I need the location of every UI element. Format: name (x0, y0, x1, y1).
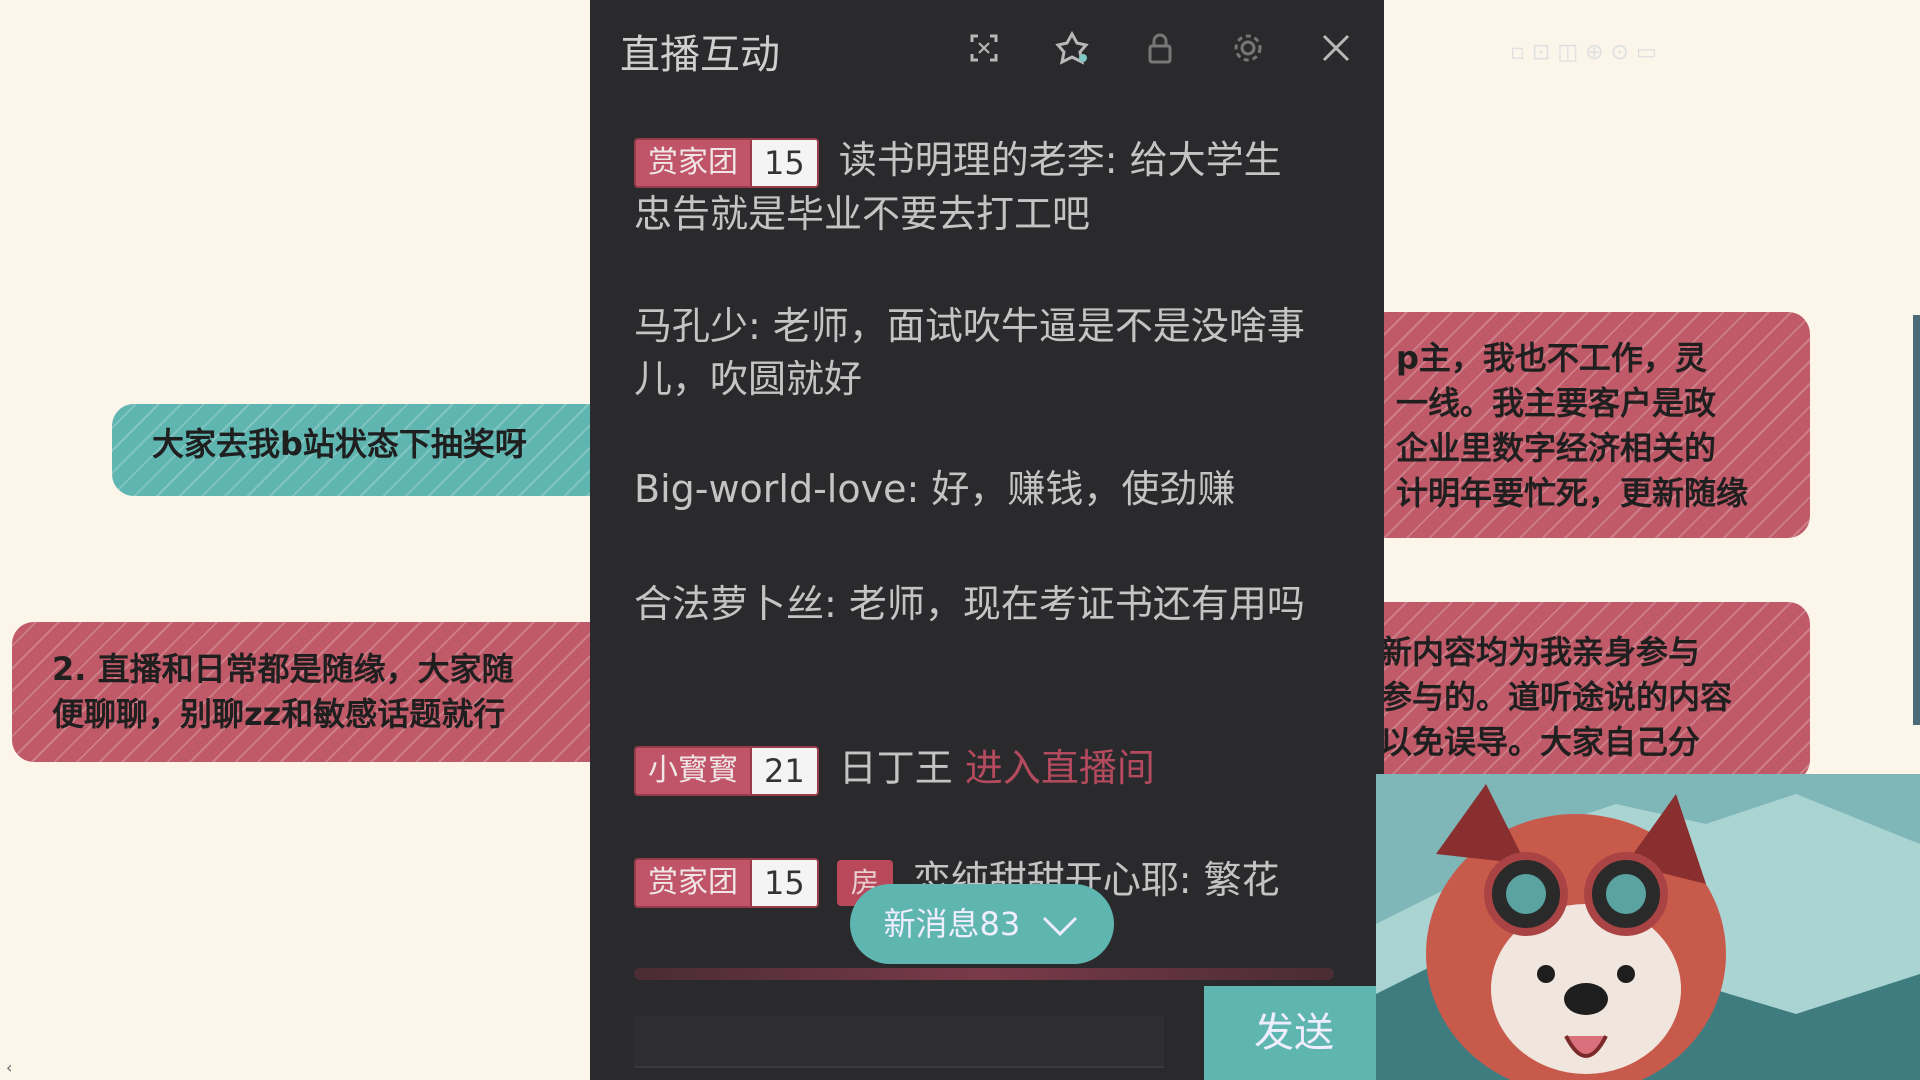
lottery-note-text: 大家去我b站状态下抽奖呀 (152, 425, 527, 463)
fan-medal[interactable]: 赏家团 15 房 (634, 857, 893, 908)
disclaimer-line-2: 参与的。道听途说的内容 (1380, 678, 1733, 716)
disclaimer-line-3: 以免误导。大家自己分 (1380, 723, 1701, 761)
lottery-note: 大家去我b站状态下抽奖呀 (112, 404, 652, 496)
new-messages-label: 新消息83 (883, 905, 1021, 943)
settings-icon[interactable] (1228, 28, 1268, 68)
badge-icon[interactable] (1052, 28, 1092, 68)
collapse-arrow-icon[interactable]: ‹ (6, 1058, 12, 1077)
chat-message: Big-world-love: 好，赚钱，使劲赚 (634, 467, 1236, 511)
lock-icon[interactable] (1140, 28, 1180, 68)
chat-username[interactable]: Big-world-love (634, 467, 906, 511)
chat-username[interactable]: 合法萝卜丝 (634, 582, 824, 626)
enter-room-text: 进入直播间 (964, 746, 1155, 790)
disclaimer-line-1: 新内容均为我亲身参与 (1380, 633, 1701, 671)
send-button[interactable]: 发送 (1204, 986, 1384, 1080)
chevron-down-icon (1043, 916, 1078, 937)
fan-medal[interactable]: 小寳寳 21 (634, 745, 819, 796)
chat-entry-message: 小寳寳 21 日丁王 进入直播间 (634, 742, 1314, 796)
page-scrollbar[interactable] (1913, 315, 1920, 725)
panel-title: 直播互动 (620, 32, 780, 78)
fan-medal-name: 赏家团 (634, 857, 752, 908)
fan-medal-name: 赏家团 (634, 137, 752, 188)
chat-text: 好，赚钱，使劲赚 (931, 467, 1236, 511)
fan-medal-level: 21 (752, 745, 819, 796)
about-me-note: p主，我也不工作，灵 一线。我主要客户是政 企业里数字经济相关的 计明年要忙死，… (1360, 312, 1810, 538)
about-me-line-1: p主，我也不工作，灵 (1396, 339, 1707, 377)
fan-medal-level: 15 (752, 857, 819, 908)
chat-message: 马孔少: 老师，面试吹牛逼是不是没啥事儿，吹圆就好 (634, 304, 1305, 401)
chat-username[interactable]: 读书明理的老李 (839, 138, 1105, 182)
live-interaction-panel: 直播互动 赏家团 15 读书明理的老李: 给大学生忠告就是毕业不要去打工吧 马孔少… (590, 0, 1384, 1080)
chat-input[interactable] (634, 1016, 1164, 1068)
chat-text: 繁花 (1203, 858, 1280, 902)
fan-medal[interactable]: 赏家团 15 (634, 137, 819, 188)
faint-toolbar: ▫ ⊡ ◫ ⊕ ⊙ ▭ (1510, 40, 1657, 65)
chat-rules-note: 2. 直播和日常都是随缘，大家随 便聊聊，别聊zz和敏感话题就行 (12, 622, 652, 762)
chat-username[interactable]: 马孔少 (634, 304, 748, 348)
about-me-line-4: 计明年要忙死，更新随缘 (1396, 474, 1749, 512)
content-disclaimer-note: 新内容均为我亲身参与 参与的。道听途说的内容 以免误导。大家自己分 (1360, 602, 1810, 782)
new-messages-button[interactable]: 新消息83 (850, 884, 1114, 964)
fan-medal-level: 15 (752, 137, 819, 188)
chat-message: 赏家团 15 读书明理的老李: 给大学生忠告就是毕业不要去打工吧 (634, 137, 1282, 236)
chat-rules-line-1: 2. 直播和日常都是随缘，大家随 (52, 650, 514, 688)
chat-message: 合法萝卜丝: 老师，现在考证书还有用吗 (634, 582, 1305, 626)
chat-text: 老师，现在考证书还有用吗 (848, 582, 1305, 626)
popout-icon[interactable] (964, 28, 1004, 68)
about-me-line-2: 一线。我主要客户是政 (1396, 384, 1717, 422)
about-me-line-3: 企业里数字经济相关的 (1396, 429, 1717, 467)
chat-rules-line-2: 便聊聊，别聊zz和敏感话题就行 (52, 695, 506, 733)
webcam-avatar (1376, 774, 1920, 1080)
fan-medal-name: 小寳寳 (634, 745, 752, 796)
input-divider (634, 968, 1334, 980)
close-icon[interactable] (1316, 28, 1356, 68)
chat-username[interactable]: 日丁王 (839, 746, 953, 790)
